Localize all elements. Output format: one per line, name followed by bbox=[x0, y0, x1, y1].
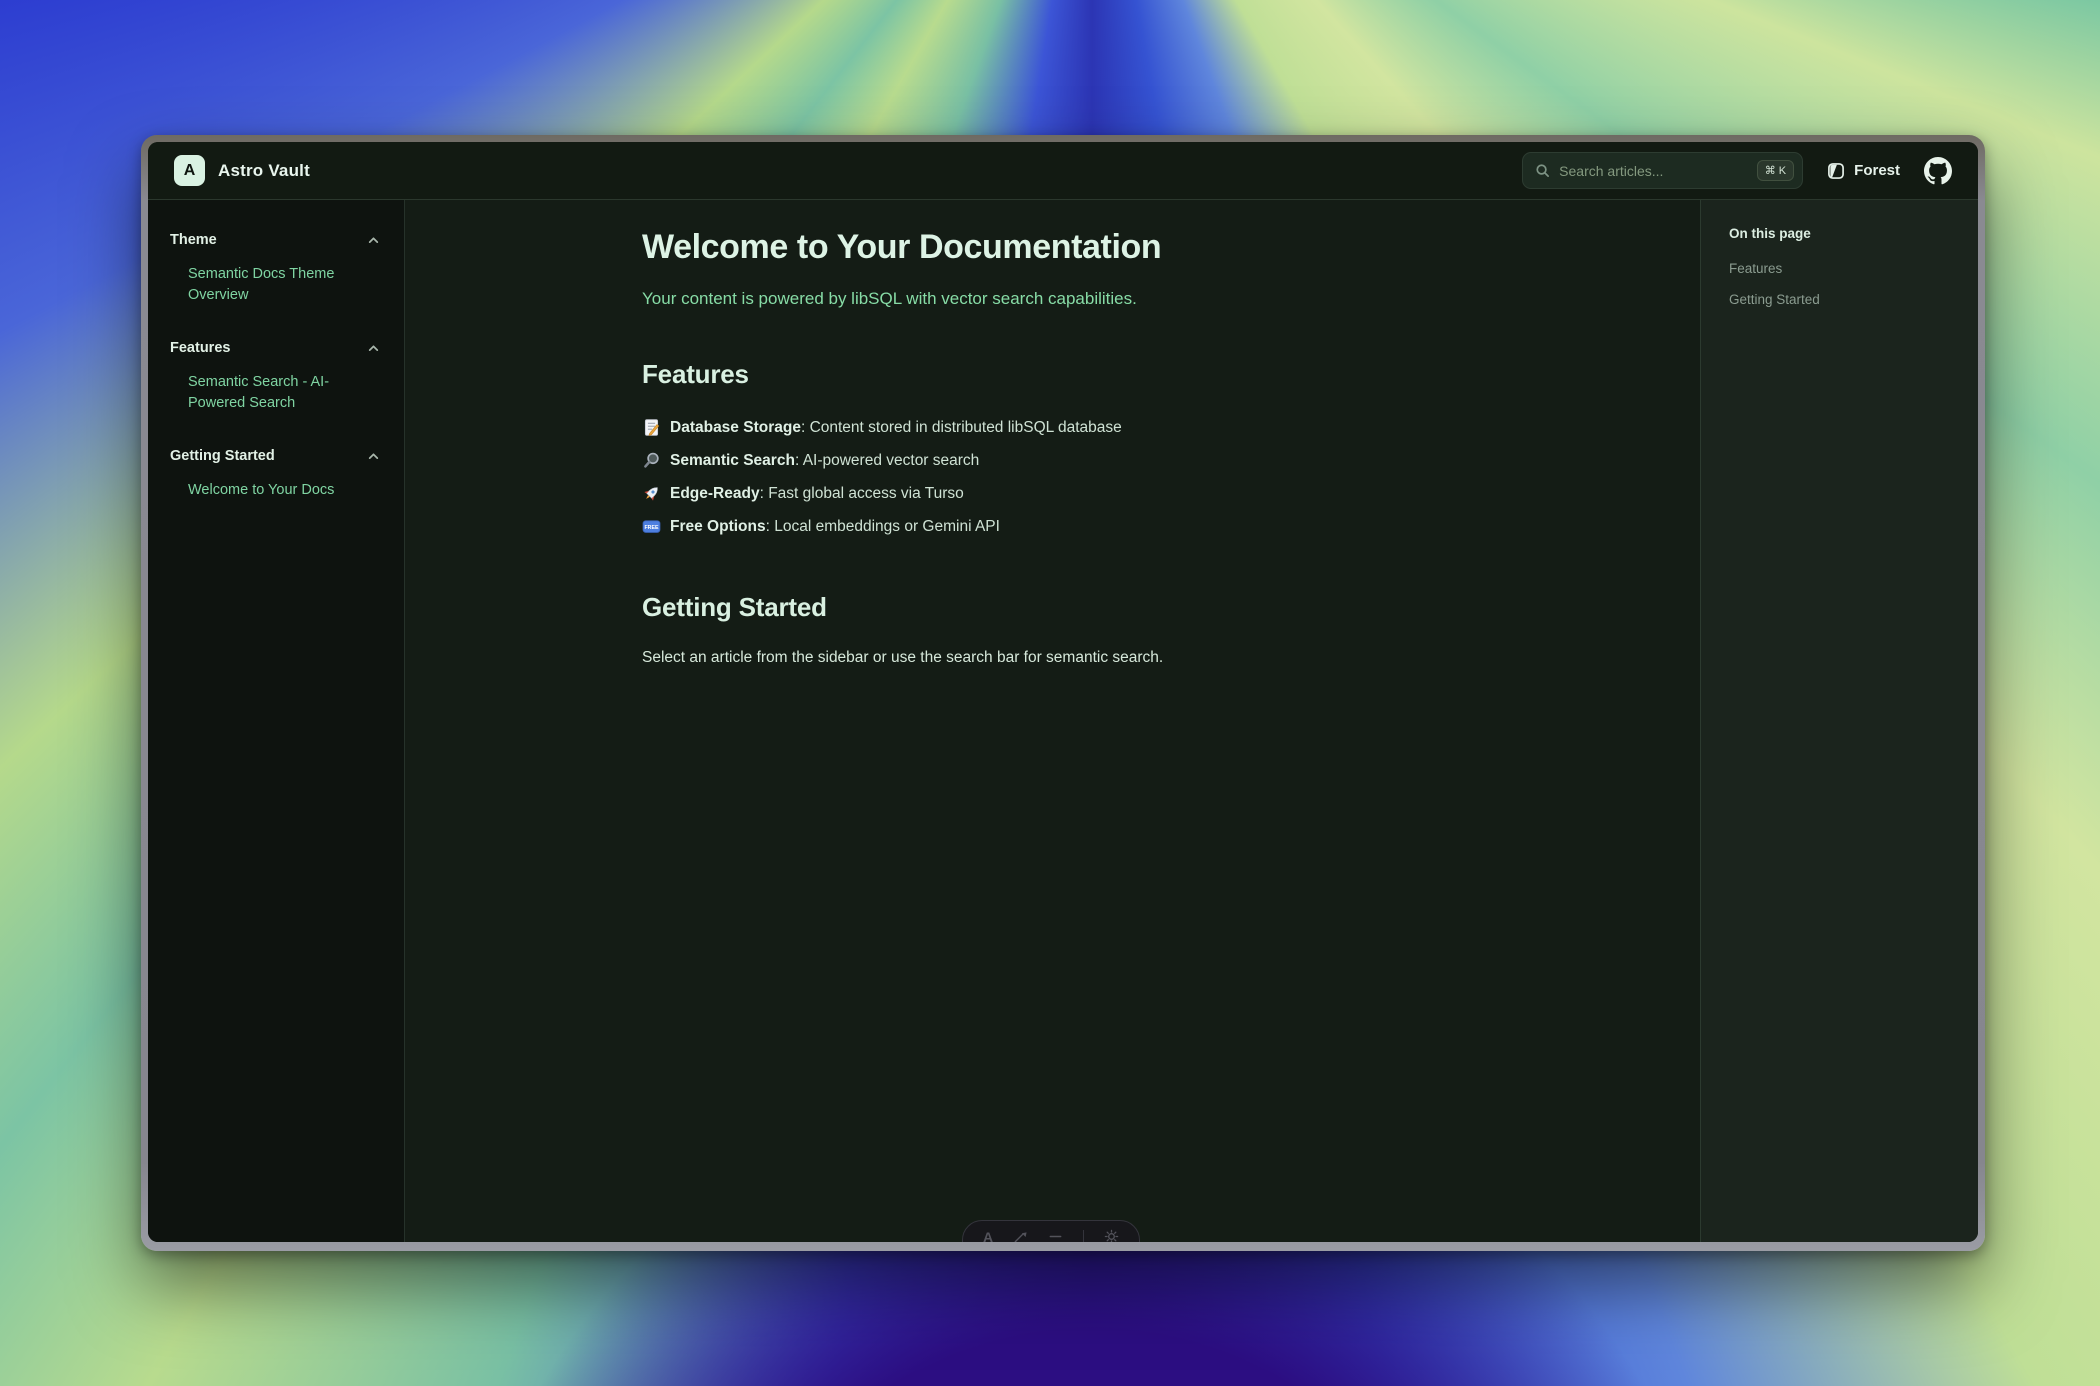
theme-toggle-label: Forest bbox=[1854, 162, 1900, 179]
body: Theme Semantic Docs Theme Overview Featu… bbox=[148, 200, 1978, 1242]
site-logo-icon: A bbox=[174, 155, 205, 186]
feature-label: Free Options bbox=[670, 518, 766, 535]
feature-text: : Fast global access via Turso bbox=[760, 485, 964, 502]
memo-icon bbox=[642, 418, 661, 437]
main-content: Welcome to Your Documentation Your conte… bbox=[405, 200, 1700, 1242]
sidebar-nav: Theme Semantic Docs Theme Overview Featu… bbox=[148, 200, 405, 1242]
free-icon: FREE bbox=[642, 517, 661, 536]
list-item: Semantic Search: AI-powered vector searc… bbox=[642, 451, 1562, 470]
feature-text: : AI-powered vector search bbox=[795, 452, 979, 469]
chevron-up-icon bbox=[367, 450, 380, 463]
sidebar-item-semantic-search[interactable]: Semantic Search - AI-Powered Search bbox=[188, 372, 380, 414]
toc-link-features[interactable]: Features bbox=[1729, 261, 1958, 276]
astro-logo-icon[interactable]: A bbox=[983, 1229, 993, 1242]
github-icon bbox=[1924, 157, 1952, 185]
list-item: Edge-Ready: Fast global access via Turso bbox=[642, 484, 1562, 503]
list-item: Database Storage: Content stored in dist… bbox=[642, 418, 1562, 437]
nav-section-features: Features Semantic Search - AI-Powered Se… bbox=[170, 340, 380, 414]
dev-toolbar[interactable]: A bbox=[962, 1220, 1140, 1242]
search-icon bbox=[1535, 163, 1550, 178]
sidebar-item-semantic-docs-theme-overview[interactable]: Semantic Docs Theme Overview bbox=[188, 264, 380, 306]
github-link[interactable] bbox=[1924, 157, 1952, 185]
settings-gear-icon[interactable] bbox=[1104, 1229, 1119, 1242]
feature-label: Database Storage bbox=[670, 419, 801, 436]
toolbar-separator bbox=[1083, 1230, 1084, 1242]
docs-app: A Astro Vault ⌘ K Forest bbox=[148, 142, 1978, 1242]
audit-icon[interactable] bbox=[1048, 1229, 1063, 1242]
toc-link-getting-started[interactable]: Getting Started bbox=[1729, 292, 1958, 307]
header-actions: ⌘ K Forest bbox=[1522, 152, 1952, 189]
feature-text: : Content stored in distributed libSQL d… bbox=[801, 419, 1122, 436]
svg-text:FREE: FREE bbox=[644, 525, 659, 531]
getting-started-heading: Getting Started bbox=[642, 592, 1562, 623]
search-bar[interactable]: ⌘ K bbox=[1522, 152, 1803, 189]
features-heading: Features bbox=[642, 359, 1562, 390]
theme-toggle-button[interactable]: Forest bbox=[1827, 162, 1900, 180]
nav-section-getting-started: Getting Started Welcome to Your Docs bbox=[170, 448, 380, 501]
search-shortcut-badge: ⌘ K bbox=[1757, 160, 1794, 181]
features-list: Database Storage: Content stored in dist… bbox=[642, 418, 1562, 536]
feature-label: Edge-Ready bbox=[670, 485, 760, 502]
inspect-icon[interactable] bbox=[1013, 1229, 1028, 1242]
brand[interactable]: A Astro Vault bbox=[174, 155, 310, 186]
sidebar-item-welcome-to-your-docs[interactable]: Welcome to Your Docs bbox=[188, 480, 380, 501]
on-this-page-panel: On this page Features Getting Started bbox=[1700, 200, 1978, 1242]
list-item: FREE Free Options: Local embeddings or G… bbox=[642, 517, 1562, 536]
nav-section-title: Theme bbox=[170, 232, 217, 248]
nav-section-theme: Theme Semantic Docs Theme Overview bbox=[170, 232, 380, 306]
logo-letter: A bbox=[184, 162, 196, 180]
nav-section-features-header[interactable]: Features bbox=[170, 340, 380, 356]
rocket-icon bbox=[642, 484, 661, 503]
app-window: A Astro Vault ⌘ K Forest bbox=[141, 135, 1985, 1251]
magnifier-icon bbox=[642, 451, 661, 470]
nav-section-title: Features bbox=[170, 340, 230, 356]
nav-section-title: Getting Started bbox=[170, 448, 275, 464]
feature-text: : Local embeddings or Gemini API bbox=[766, 518, 1000, 535]
site-title: Astro Vault bbox=[218, 161, 310, 181]
theme-contrast-icon bbox=[1827, 162, 1845, 180]
feature-label: Semantic Search bbox=[670, 452, 795, 469]
search-input[interactable] bbox=[1559, 163, 1748, 179]
page-subtitle: Your content is powered by libSQL with v… bbox=[642, 289, 1562, 309]
page-title: Welcome to Your Documentation bbox=[642, 228, 1562, 267]
chevron-up-icon bbox=[367, 342, 380, 355]
nav-section-getting-started-header[interactable]: Getting Started bbox=[170, 448, 380, 464]
getting-started-paragraph: Select an article from the sidebar or us… bbox=[642, 649, 1562, 667]
toc-title: On this page bbox=[1729, 226, 1958, 241]
header: A Astro Vault ⌘ K Forest bbox=[148, 142, 1978, 200]
chevron-up-icon bbox=[367, 234, 380, 247]
nav-section-theme-header[interactable]: Theme bbox=[170, 232, 380, 248]
